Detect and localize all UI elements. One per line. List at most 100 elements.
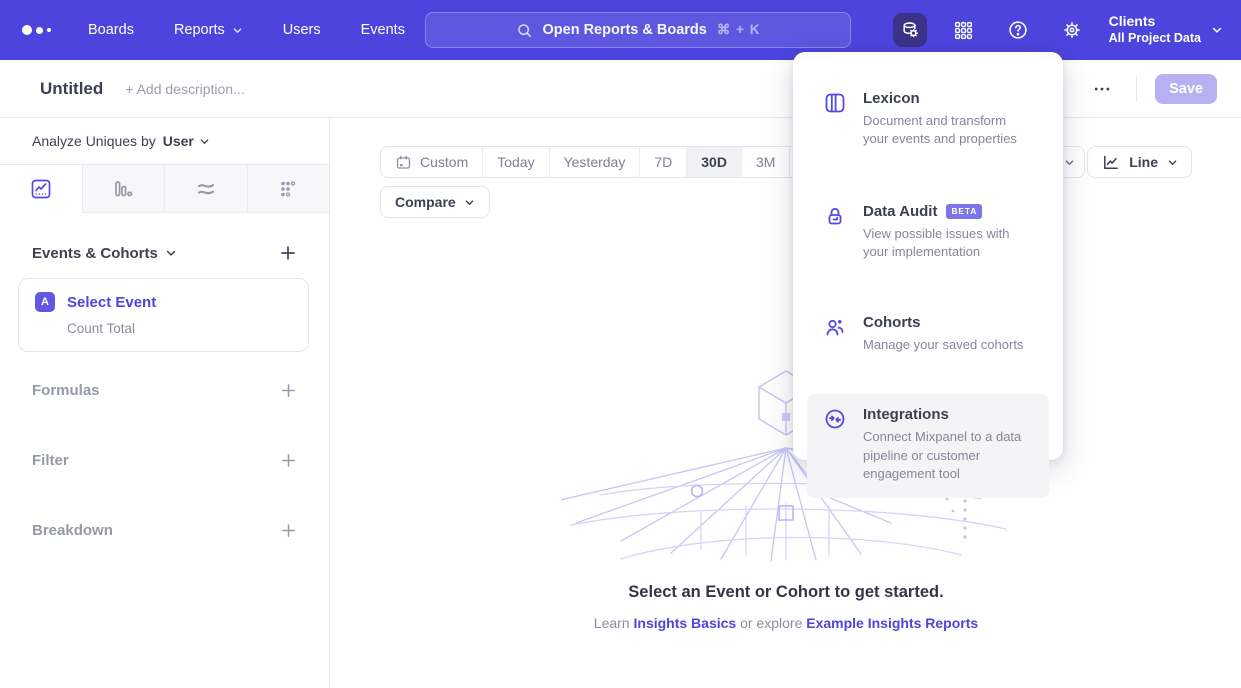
chevron-down-icon bbox=[1064, 157, 1075, 168]
date-range-label: 3M bbox=[756, 154, 775, 170]
empty-state-links: Learn Insights Basics or explore Example… bbox=[331, 615, 1241, 631]
calendar-icon bbox=[395, 154, 412, 171]
date-range-label: 30D bbox=[701, 154, 727, 170]
empty-state-title: Select an Event or Cohort to get started… bbox=[331, 583, 1241, 602]
add-breakdown-button[interactable] bbox=[278, 520, 299, 541]
beta-badge: BETA bbox=[946, 204, 982, 219]
chart-style-dropdown[interactable]: Line bbox=[1087, 146, 1192, 178]
insights-basics-link[interactable]: Insights Basics bbox=[634, 615, 737, 631]
nav-item-boards[interactable]: Boards bbox=[88, 22, 134, 38]
search-icon bbox=[516, 22, 533, 39]
project-scope: All Project Data bbox=[1109, 31, 1201, 47]
top-nav: Boards Reports Users Events Open Reports… bbox=[0, 0, 1241, 60]
or-explore-text: or explore bbox=[740, 615, 802, 631]
date-3m[interactable]: 3M bbox=[742, 147, 790, 177]
mixpanel-logo-icon[interactable] bbox=[22, 25, 51, 35]
compare-dropdown[interactable]: Compare bbox=[380, 186, 490, 218]
analyze-label: Analyze Uniques by bbox=[32, 133, 156, 149]
events-cohorts-toggle[interactable]: Events & Cohorts bbox=[32, 245, 177, 262]
date-range-label: Yesterday bbox=[564, 154, 626, 170]
menu-item-title: Lexicon bbox=[863, 90, 920, 107]
menu-item-description: View possible issues with your implement… bbox=[863, 225, 1033, 262]
chevron-down-icon bbox=[165, 247, 177, 259]
add-event-button[interactable] bbox=[277, 242, 299, 264]
nav-item-users[interactable]: Users bbox=[283, 22, 321, 38]
add-filter-button[interactable] bbox=[278, 450, 299, 471]
chevron-down-icon bbox=[1211, 24, 1223, 36]
chart-style-label: Line bbox=[1129, 154, 1158, 170]
org-name: Clients bbox=[1109, 13, 1201, 31]
section-breakdown: Breakdown bbox=[0, 519, 329, 541]
event-metric-dropdown[interactable]: Count Total bbox=[67, 321, 292, 336]
menu-item-text: Cohorts Manage your saved cohorts bbox=[863, 314, 1023, 354]
date-range-label: Today bbox=[497, 154, 534, 170]
date-custom[interactable]: Custom bbox=[381, 147, 483, 177]
formulas-label: Formulas bbox=[32, 382, 100, 399]
apps-grid-button[interactable] bbox=[947, 13, 981, 47]
nav-right-group: Clients All Project Data bbox=[893, 0, 1241, 60]
analyze-by-dropdown[interactable]: User bbox=[163, 133, 210, 149]
section-formulas: Formulas bbox=[0, 379, 329, 401]
tab-bar-chart[interactable] bbox=[82, 165, 165, 212]
report-title[interactable]: Untitled bbox=[40, 79, 103, 99]
section-filter: Filter bbox=[0, 449, 329, 471]
lexicon-icon bbox=[823, 90, 847, 149]
learn-prefix: Learn bbox=[594, 615, 630, 631]
menu-item-title: Integrations bbox=[863, 406, 949, 423]
nav-item-reports[interactable]: Reports bbox=[174, 22, 243, 38]
filter-label: Filter bbox=[32, 452, 69, 469]
add-formula-button[interactable] bbox=[278, 380, 299, 401]
chevron-down-icon bbox=[464, 197, 475, 208]
nav-item-label: Users bbox=[283, 22, 321, 38]
nav-item-label: Boards bbox=[88, 22, 134, 38]
nav-item-label: Reports bbox=[174, 22, 225, 38]
date-yesterday[interactable]: Yesterday bbox=[550, 147, 641, 177]
menu-item-data-audit[interactable]: Data Audit BETA View possible issues wit… bbox=[807, 191, 1049, 276]
breakdown-label: Breakdown bbox=[32, 522, 113, 539]
analyze-row: Analyze Uniques by User bbox=[0, 118, 329, 165]
add-description-field[interactable]: + Add description... bbox=[125, 81, 244, 97]
data-management-button[interactable] bbox=[893, 13, 927, 47]
date-today[interactable]: Today bbox=[483, 147, 549, 177]
menu-item-description: Document and transform your events and p… bbox=[863, 112, 1033, 149]
cohorts-icon bbox=[823, 314, 847, 354]
line-chart-icon bbox=[1101, 153, 1120, 172]
plus-icon bbox=[280, 522, 297, 539]
bar-chart-tab-icon bbox=[111, 177, 135, 201]
integrations-icon bbox=[823, 406, 847, 483]
gear-icon bbox=[1061, 19, 1083, 41]
data-audit-icon bbox=[823, 203, 847, 262]
date-range-label: 7D bbox=[654, 154, 672, 170]
tab-stacked-chart[interactable] bbox=[164, 165, 247, 212]
tab-line-chart[interactable] bbox=[0, 165, 82, 213]
search-shortcut: ⌘ + K bbox=[717, 22, 761, 38]
stacked-chart-tab-icon bbox=[194, 177, 218, 201]
chevron-down-icon bbox=[1167, 157, 1178, 168]
menu-item-text: Lexicon Document and transform your even… bbox=[863, 90, 1033, 149]
nav-item-label: Events bbox=[361, 22, 405, 38]
tab-metric-chart[interactable] bbox=[247, 165, 330, 212]
line-chart-tab-icon bbox=[29, 177, 53, 201]
search-placeholder: Open Reports & Boards bbox=[543, 22, 707, 38]
example-reports-link[interactable]: Example Insights Reports bbox=[806, 615, 978, 631]
help-icon bbox=[1007, 19, 1029, 41]
date-range-group: Custom Today Yesterday 7D 30D 3M 6M bbox=[380, 146, 839, 178]
settings-button[interactable] bbox=[1055, 13, 1089, 47]
date-30d[interactable]: 30D bbox=[687, 147, 742, 177]
save-button[interactable]: Save bbox=[1155, 74, 1217, 104]
events-cohorts-label: Events & Cohorts bbox=[32, 245, 158, 262]
more-menu-button[interactable] bbox=[1088, 75, 1116, 103]
help-button[interactable] bbox=[1001, 13, 1035, 47]
project-selector[interactable]: Clients All Project Data bbox=[1109, 13, 1223, 46]
global-search-input[interactable]: Open Reports & Boards ⌘ + K bbox=[425, 12, 851, 48]
menu-item-cohorts[interactable]: Cohorts Manage your saved cohorts bbox=[807, 302, 1049, 368]
nav-item-events[interactable]: Events bbox=[361, 22, 405, 38]
menu-item-integrations[interactable]: Integrations Connect Mixpanel to a data … bbox=[807, 394, 1049, 497]
menu-item-lexicon[interactable]: Lexicon Document and transform your even… bbox=[807, 78, 1049, 163]
select-event-button[interactable]: Select Event bbox=[67, 294, 156, 311]
event-card[interactable]: A Select Event Count Total bbox=[18, 278, 309, 352]
menu-item-text: Integrations Connect Mixpanel to a data … bbox=[863, 406, 1033, 483]
project-labels: Clients All Project Data bbox=[1109, 13, 1201, 46]
chevron-down-icon bbox=[232, 25, 243, 36]
date-7d[interactable]: 7D bbox=[640, 147, 687, 177]
